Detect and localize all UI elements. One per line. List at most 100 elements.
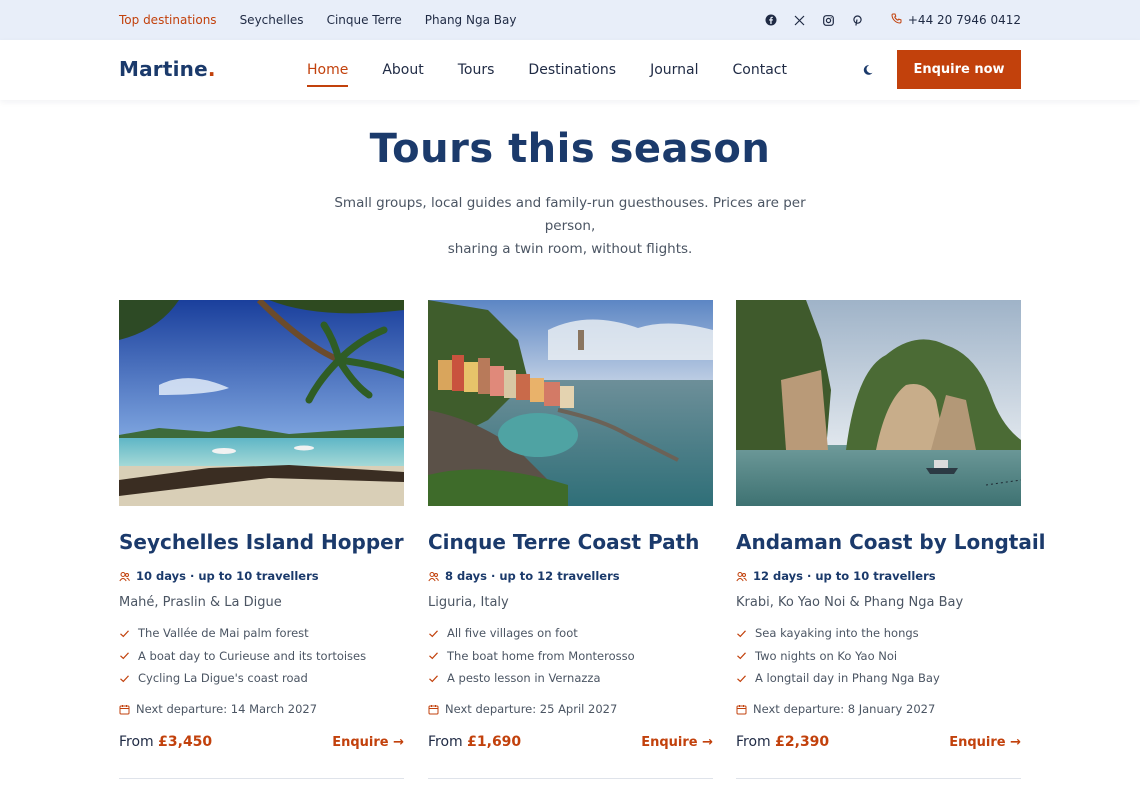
moon-icon[interactable] <box>863 62 877 76</box>
tour-photo[interactable] <box>119 300 404 506</box>
list-item: A pesto lesson in Vernazza <box>428 667 635 690</box>
next-departure: Next departure: 25 April 2027 <box>428 702 617 716</box>
tour-highlights: All five villages on foot The boat home … <box>428 622 635 690</box>
highlight-text: Cycling La Digue's coast road <box>138 671 308 686</box>
tour-meta-text: 8 days · up to 12 travellers <box>445 569 620 583</box>
cinque-terre-link[interactable]: Cinque Terre <box>327 13 402 27</box>
tour-price: From £2,390 <box>736 734 829 750</box>
tour-location: Krabi, Ko Yao Noi & Phang Nga Bay <box>736 595 964 610</box>
site-logo[interactable]: Martine. <box>119 57 216 81</box>
price-value: £1,690 <box>467 734 522 750</box>
tour-highlights: The Vallée de Mai palm forest A boat day… <box>119 622 366 690</box>
departure-text: Next departure: 25 April 2027 <box>445 702 618 716</box>
highlight-text: Sea kayaking into the hongs <box>755 626 919 641</box>
nav-contact[interactable]: Contact <box>732 62 786 78</box>
group-icon <box>428 571 439 582</box>
phone-contact[interactable]: +44 20 7946 0412 <box>891 13 1021 27</box>
list-item: Two nights on Ko Yao Noi <box>736 645 940 668</box>
main-nav: Home About Tours Destinations Journal Co… <box>307 40 787 100</box>
phang-nga-bay-link[interactable]: Phang Nga Bay <box>425 13 517 27</box>
highlight-text: A pesto lesson in Vernazza <box>447 671 601 686</box>
calendar-icon <box>736 704 747 715</box>
highlight-text: The Vallée de Mai palm forest <box>138 626 309 641</box>
highlight-text: The boat home from Monterosso <box>447 648 635 663</box>
tour-price: From £3,450 <box>119 734 212 750</box>
price-value: £2,390 <box>775 734 830 750</box>
top-bar: Top destinations Seychelles Cinque Terre… <box>0 0 1140 40</box>
logo-dot: . <box>207 57 216 81</box>
departure-text: Next departure: 8 January 2027 <box>753 702 936 716</box>
highlight-text: All five villages on foot <box>447 626 578 641</box>
tour-enquire-link[interactable]: Enquire → <box>641 735 713 750</box>
price-value: £3,450 <box>158 734 213 750</box>
tour-card-andaman: Andaman Coast by Longtail 12 days · up t… <box>736 300 1046 780</box>
tour-title[interactable]: Cinque Terre Coast Path <box>428 530 699 554</box>
tour-card-cinque-terre: Cinque Terre Coast Path 8 days · up to 1… <box>428 300 713 780</box>
list-item: Cycling La Digue's coast road <box>119 667 366 690</box>
card-divider <box>428 778 713 779</box>
price-prefix: From <box>736 734 771 750</box>
top-destinations-nav: Top destinations Seychelles Cinque Terre… <box>119 0 516 40</box>
check-icon <box>736 673 747 684</box>
subtitle-line-1: Small groups, local guides and family-ru… <box>334 195 806 234</box>
nav-about[interactable]: About <box>382 62 423 78</box>
x-icon[interactable] <box>794 14 806 26</box>
highlight-text: Two nights on Ko Yao Noi <box>755 648 898 663</box>
list-item: The boat home from Monterosso <box>428 645 635 668</box>
topbar-contact: +44 20 7946 0412 <box>765 0 1021 40</box>
tour-title[interactable]: Seychelles Island Hopper <box>119 530 404 554</box>
price-prefix: From <box>119 734 154 750</box>
list-item: All five villages on foot <box>428 622 635 645</box>
phone-number: +44 20 7946 0412 <box>907 13 1021 27</box>
logo-text: Martine <box>119 57 208 81</box>
top-destinations-link[interactable]: Top destinations <box>119 13 217 27</box>
subtitle-line-2: sharing a twin room, without flights. <box>447 241 693 257</box>
tour-meta: 12 days · up to 10 travellers <box>736 569 936 583</box>
check-icon <box>428 628 439 639</box>
highlight-text: A longtail day in Phang Nga Bay <box>755 671 940 686</box>
next-departure: Next departure: 14 March 2027 <box>119 702 317 716</box>
price-prefix: From <box>428 734 463 750</box>
site-header: Martine. Home About Tours Destinations J… <box>0 40 1140 100</box>
list-item: Sea kayaking into the hongs <box>736 622 940 645</box>
check-icon <box>428 650 439 661</box>
page-subtitle: Small groups, local guides and family-ru… <box>320 192 820 261</box>
tour-title[interactable]: Andaman Coast by Longtail <box>736 530 1046 554</box>
calendar-icon <box>428 704 439 715</box>
tour-photo[interactable] <box>736 300 1021 506</box>
list-item: A boat day to Curieuse and its tortoises <box>119 645 366 668</box>
tour-enquire-link[interactable]: Enquire → <box>332 735 404 750</box>
nav-home[interactable]: Home <box>307 62 349 87</box>
pinterest-icon[interactable] <box>852 14 864 26</box>
tour-photo[interactable] <box>428 300 713 506</box>
list-item: The Vallée de Mai palm forest <box>119 622 366 645</box>
nav-journal[interactable]: Journal <box>650 62 698 78</box>
tour-meta-text: 10 days · up to 10 travellers <box>136 569 319 583</box>
highlight-text: A boat day to Curieuse and its tortoises <box>138 648 367 663</box>
tour-location: Mahé, Praslin & La Digue <box>119 595 282 610</box>
tour-card-seychelles: Seychelles Island Hopper 10 days · up to… <box>119 300 404 780</box>
card-divider <box>736 778 1021 779</box>
card-divider <box>119 778 404 779</box>
list-item: A longtail day in Phang Nga Bay <box>736 667 940 690</box>
check-icon <box>119 650 130 661</box>
page-title: Tours this season <box>369 126 771 172</box>
tour-meta: 10 days · up to 10 travellers <box>119 569 319 583</box>
instagram-icon[interactable] <box>823 14 835 26</box>
tour-enquire-link[interactable]: Enquire → <box>949 735 1021 750</box>
seychelles-link[interactable]: Seychelles <box>240 13 304 27</box>
facebook-icon[interactable] <box>765 14 777 26</box>
group-icon <box>119 571 130 582</box>
next-departure: Next departure: 8 January 2027 <box>736 702 935 716</box>
tour-location: Liguria, Italy <box>428 595 509 610</box>
nav-destinations[interactable]: Destinations <box>528 62 616 78</box>
group-icon <box>736 571 747 582</box>
check-icon <box>736 628 747 639</box>
check-icon <box>119 628 130 639</box>
check-icon <box>428 673 439 684</box>
tour-meta-text: 12 days · up to 10 travellers <box>753 569 936 583</box>
calendar-icon <box>119 704 130 715</box>
enquire-now-button[interactable]: Enquire now <box>897 50 1021 89</box>
check-icon <box>119 673 130 684</box>
nav-tours[interactable]: Tours <box>458 62 495 78</box>
